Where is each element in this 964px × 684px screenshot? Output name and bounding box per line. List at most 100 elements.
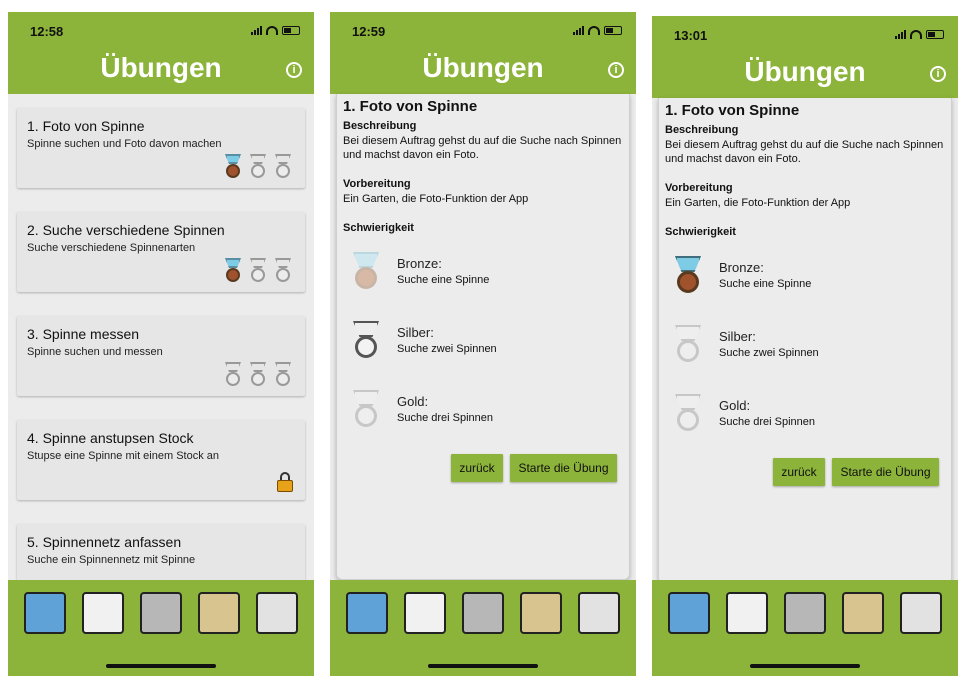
medal-outline-icon	[271, 362, 295, 388]
camera-icon[interactable]	[784, 592, 826, 634]
bronze-medal-icon	[349, 252, 383, 292]
description-label: Beschreibung	[343, 120, 417, 132]
checklist-icon[interactable]	[82, 592, 124, 634]
screen-exercise-detail: 13:01 Übungen i 1. Foto von Spinne Besch…	[652, 16, 958, 676]
level-task: Suche eine Spinne	[397, 274, 490, 286]
level-name: Silber:	[397, 325, 434, 340]
preparation-text: Ein Garten, die Foto-Funktion der App	[665, 197, 851, 209]
difficulty-label: Schwierigkeit	[665, 226, 736, 238]
bronze-medal-icon	[671, 256, 705, 296]
level-task: Suche zwei Spinnen	[397, 343, 497, 355]
framed-picture-icon[interactable]	[198, 592, 240, 634]
battery-icon	[926, 30, 944, 39]
exercise-subtitle: Suche verschiedene Spinnenarten	[27, 242, 196, 254]
status-time: 13:01	[674, 28, 708, 43]
exercise-card[interactable]: 1. Foto von Spinne Spinne suchen und Fot…	[17, 108, 305, 188]
checklist-icon[interactable]	[404, 592, 446, 634]
framed-picture-icon[interactable]	[842, 592, 884, 634]
bottom-nav	[652, 580, 958, 676]
difficulty-label: Schwierigkeit	[343, 222, 414, 234]
exercise-subtitle: Stupse eine Spinne mit einem Stock an	[27, 450, 220, 462]
battery-icon	[282, 26, 300, 35]
exercise-subtitle: Suche ein Spinnennetz mit Spinne	[27, 554, 196, 566]
signal-icon	[573, 26, 584, 35]
preparation-label: Vorbereitung	[665, 182, 733, 194]
level-name: Gold:	[719, 398, 751, 413]
camera-icon[interactable]	[462, 592, 504, 634]
preparation-label: Vorbereitung	[343, 178, 411, 190]
page-title: Übungen	[422, 52, 544, 83]
home-indicator[interactable]	[750, 664, 860, 668]
wifi-icon	[266, 26, 278, 35]
back-button[interactable]: zurück	[451, 454, 503, 482]
signal-icon	[895, 30, 906, 39]
level-task: Suche drei Spinnen	[719, 416, 816, 428]
framed-picture-icon[interactable]	[520, 592, 562, 634]
exercise-title: 4. Spinne anstupsen Stock	[27, 430, 194, 446]
page-title: Übungen	[100, 52, 222, 83]
medal-outline-icon	[246, 154, 270, 180]
screen-exercise-detail: 12:59 Übungen i 1. Foto von Spinne Besch…	[330, 12, 636, 676]
detail-title: 1. Foto von Spinne	[343, 98, 478, 115]
level-name: Silber:	[719, 329, 756, 344]
description-text: Bei diesem Auftrag gehst du auf die Such…	[665, 139, 944, 165]
bottom-nav	[8, 580, 314, 676]
exercise-title: 3. Spinne messen	[27, 326, 140, 342]
description-label: Beschreibung	[665, 124, 739, 136]
exercise-card[interactable]: 3. Spinne messen Spinne suchen und messe…	[17, 316, 305, 396]
medal-row	[221, 154, 295, 180]
info-icon[interactable]: i	[930, 66, 946, 82]
checklist-icon[interactable]	[726, 592, 768, 634]
level-name: Bronze:	[397, 256, 442, 271]
wifi-icon	[588, 26, 600, 35]
back-button[interactable]: zurück	[773, 458, 825, 486]
medal-outline-icon	[271, 258, 295, 284]
header-bar: 12:59 Übungen i	[330, 12, 636, 94]
level-task: Suche zwei Spinnen	[719, 347, 819, 359]
teacher-desk-icon[interactable]	[24, 592, 66, 634]
status-time: 12:59	[352, 24, 386, 39]
silver-medal-icon[interactable]	[349, 321, 383, 361]
level-name: Gold:	[397, 394, 429, 409]
exercise-card[interactable]: 4. Spinne anstupsen Stock Stupse eine Sp…	[17, 420, 305, 500]
bronze-medal-icon	[221, 258, 245, 284]
exercise-subtitle: Spinne suchen und messen	[27, 346, 163, 358]
level-task: Suche eine Spinne	[719, 278, 812, 290]
signal-icon	[251, 26, 262, 35]
battery-icon	[604, 26, 622, 35]
exercise-card[interactable]: 2. Suche verschiedene Spinnen Suche vers…	[17, 212, 305, 292]
exercise-detail-sheet: 1. Foto von Spinne Beschreibung Bei dies…	[336, 94, 630, 580]
status-icons	[895, 30, 944, 39]
market-stall-icon[interactable]	[900, 592, 942, 634]
medal-outline-icon	[271, 154, 295, 180]
silver-medal-icon	[671, 325, 705, 365]
wifi-icon	[910, 30, 922, 39]
exercise-subtitle: Spinne suchen und Foto davon machen	[27, 138, 222, 150]
level-task: Suche drei Spinnen	[397, 412, 494, 424]
market-stall-icon[interactable]	[256, 592, 298, 634]
info-icon[interactable]: i	[608, 62, 624, 78]
medal-outline-icon	[246, 362, 270, 388]
market-stall-icon[interactable]	[578, 592, 620, 634]
camera-icon[interactable]	[140, 592, 182, 634]
level-name: Bronze:	[719, 260, 764, 275]
header-bar: 13:01 Übungen i	[652, 16, 958, 98]
gold-medal-icon	[349, 390, 383, 430]
start-exercise-button[interactable]: Starte die Übung	[510, 454, 617, 482]
teacher-desk-icon[interactable]	[668, 592, 710, 634]
info-icon[interactable]: i	[286, 62, 302, 78]
medal-row	[221, 258, 295, 284]
home-indicator[interactable]	[106, 664, 216, 668]
gold-medal-icon	[671, 394, 705, 434]
status-icons	[573, 26, 622, 35]
lock-icon	[277, 472, 293, 492]
status-icons	[251, 26, 300, 35]
medal-outline-icon	[221, 362, 245, 388]
detail-title: 1. Foto von Spinne	[665, 102, 800, 119]
start-exercise-button[interactable]: Starte die Übung	[832, 458, 939, 486]
home-indicator[interactable]	[428, 664, 538, 668]
medal-row	[221, 362, 295, 388]
page-title: Übungen	[744, 56, 866, 87]
header-bar: 12:58 Übungen i	[8, 12, 314, 94]
teacher-desk-icon[interactable]	[346, 592, 388, 634]
